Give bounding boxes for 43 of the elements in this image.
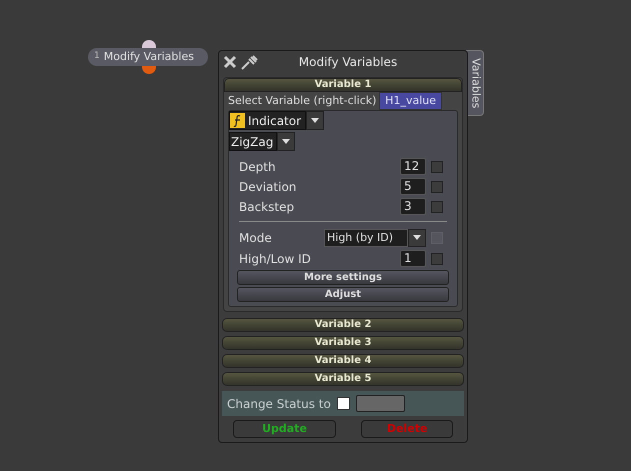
- checkbox[interactable]: [431, 180, 443, 192]
- node-index: 1: [94, 50, 100, 64]
- category-select[interactable]: Indicator: [229, 111, 306, 130]
- panel-button[interactable]: More settings: [237, 270, 449, 285]
- node-label: Modify Variables: [104, 48, 194, 65]
- dropdown-button[interactable]: [277, 132, 295, 151]
- side-tab-label: Variables: [468, 58, 484, 108]
- canvas-node[interactable]: 1 Modify Variables: [88, 48, 208, 66]
- status-checkbox[interactable]: [336, 397, 350, 410]
- action-button[interactable]: Update: [233, 420, 336, 438]
- checkbox[interactable]: [431, 160, 443, 172]
- caret-icon: [311, 118, 320, 123]
- status-label: Change Status to: [227, 396, 331, 412]
- section-header[interactable]: Variable 4: [222, 354, 464, 368]
- dropdown-button[interactable]: [306, 111, 324, 130]
- section-header[interactable]: Variable 1: [224, 78, 462, 92]
- number-field[interactable]: 12: [400, 158, 426, 175]
- number-field[interactable]: 1: [400, 250, 426, 267]
- status-field[interactable]: [356, 395, 405, 412]
- checkbox[interactable]: [431, 200, 443, 212]
- section-header[interactable]: Variable 2: [222, 318, 464, 332]
- parameter-label: Depth: [239, 158, 277, 176]
- checkbox[interactable]: [431, 252, 443, 264]
- item-select[interactable]: ZigZag: [229, 132, 277, 151]
- pin-icon[interactable]: [241, 54, 259, 70]
- select-variable-label: Select Variable (right-click): [228, 92, 376, 109]
- close-icon[interactable]: [223, 55, 237, 69]
- dropdown-button[interactable]: [408, 228, 426, 246]
- parameter-label: High/Low ID: [239, 250, 312, 268]
- parameter-label: Backstep: [239, 198, 296, 216]
- variable-field[interactable]: H1_value: [379, 92, 442, 110]
- section-header[interactable]: Variable 5: [222, 372, 464, 386]
- panel-button[interactable]: Adjust: [237, 287, 449, 302]
- parameter-label: Mode: [239, 230, 273, 246]
- caret-icon: [282, 139, 290, 144]
- number-field[interactable]: 3: [400, 198, 426, 215]
- window-title: Modify Variables: [298, 54, 398, 71]
- number-field[interactable]: 5: [400, 178, 426, 195]
- section-header[interactable]: Variable 3: [222, 336, 464, 350]
- input-port[interactable]: [142, 40, 156, 48]
- output-port[interactable]: [142, 66, 156, 74]
- parameter-label: Deviation: [239, 178, 298, 196]
- caret-icon: [413, 235, 421, 240]
